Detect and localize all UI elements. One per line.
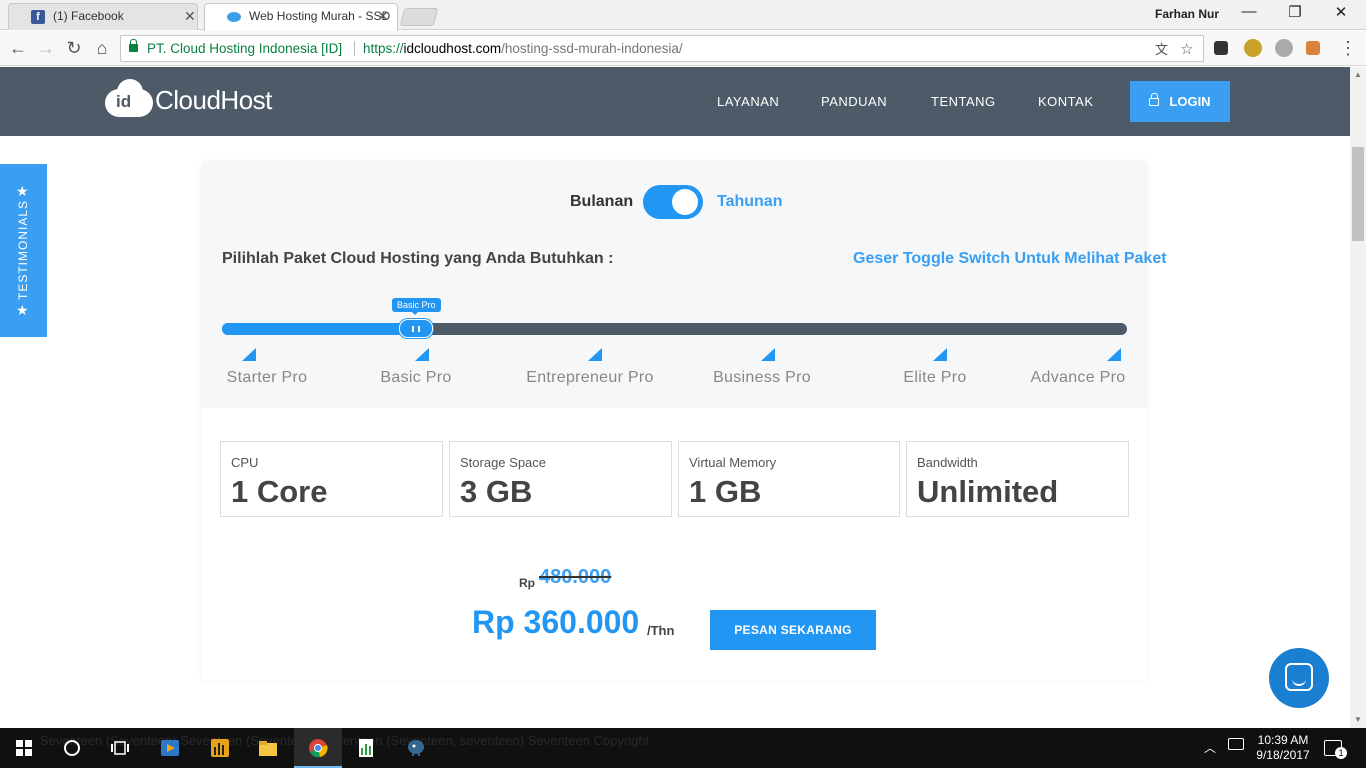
windows-logo-icon [16,740,32,756]
order-now-button[interactable]: PESAN SEKARANG [710,610,876,650]
cortana-circle-icon [64,740,80,756]
login-button[interactable]: LOGIN [1130,81,1230,122]
plan-slider-handle[interactable] [399,319,433,338]
reload-button[interactable]: ↻ [62,37,86,59]
nav-layanan[interactable]: LAYANAN [717,94,779,109]
chrome-menu-icon[interactable]: ⋮ [1336,37,1360,59]
lock-icon [129,39,138,52]
close-icon[interactable]: ✕ [377,4,389,29]
site-header: id CloudHost LAYANAN PANDUAN TENTANG KON… [0,67,1350,136]
folder-icon [259,741,277,756]
url-text[interactable]: https://idcloudhost.com/hosting-ssd-mura… [363,36,683,61]
music-app-icon [211,739,229,757]
scrollbar-thumb[interactable] [1352,147,1364,241]
tray-expand-icon[interactable]: ︿ [1204,739,1216,779]
triangle-marker-icon [242,348,256,361]
start-button[interactable] [0,728,48,768]
extension-icon[interactable] [1306,41,1320,55]
billing-monthly-label[interactable]: Bulanan [570,193,633,211]
translate-icon[interactable]: 文 [1155,37,1168,62]
address-bar[interactable]: PT. Cloud Hosting Indonesia [ID] https:/… [120,35,1204,62]
chat-icon [1285,663,1313,691]
tab-facebook[interactable]: f (1) Facebook ✕ [8,3,198,30]
testimonials-tab[interactable]: ★ TESTIMONIALS ★ [0,164,47,337]
facebook-icon: f [31,10,45,24]
extension-icon[interactable] [1214,41,1228,55]
triangle-marker-icon [415,348,429,361]
search-button[interactable] [48,728,96,768]
slider-hint: Geser Toggle Switch Untuk Melihat Paket [853,250,1167,267]
scroll-up-icon[interactable]: ▲ [1354,70,1362,79]
spreadsheet-icon [359,739,373,757]
current-price: Rp 360.000 [472,604,640,640]
tab-title: (1) Facebook [53,9,124,23]
nav-tentang[interactable]: TENTANG [931,94,996,109]
taskbar-app-chrome[interactable] [294,728,342,768]
spec-bandwidth: Bandwidth Unlimited [906,441,1129,517]
extension-icon[interactable] [1244,39,1262,57]
spec-storage: Storage Space 3 GB [449,441,672,517]
minimize-button[interactable]: — [1226,3,1272,20]
star-icon: ★ [16,183,29,199]
plan-slider-fill [222,323,416,335]
database-elephant-icon [408,740,424,756]
triangle-marker-icon [588,348,602,361]
triangle-marker-icon [1107,348,1121,361]
old-price: 480.000 [539,566,612,588]
plan-prompt: Pilihlah Paket Cloud Hosting yang Anda B… [222,250,614,267]
chat-launcher-button[interactable] [1269,648,1329,708]
spec-memory: Virtual Memory 1 GB [678,441,900,517]
star-icon: ★ [16,302,29,318]
page-scrollbar[interactable]: ▲ ▼ [1350,67,1366,728]
nav-panduan[interactable]: PANDUAN [821,94,887,109]
action-center-icon[interactable]: 1 [1324,740,1347,759]
close-window-button[interactable]: ✕ [1318,3,1364,21]
browser-tab-strip: f (1) Facebook ✕ Web Hosting Murah - SSD… [0,0,1366,31]
scroll-down-icon[interactable]: ▼ [1354,715,1362,724]
network-icon[interactable] [1228,738,1244,750]
cloud-icon [227,12,241,22]
plan-slider-tooltip: Basic Pro [392,298,441,315]
billing-yearly-label[interactable]: Tahunan [717,193,782,211]
taskbar-app-database[interactable] [392,728,440,768]
site-identity[interactable]: PT. Cloud Hosting Indonesia [ID] [147,36,342,61]
old-price-currency: Rp [519,576,535,590]
taskbar-app-media-player[interactable] [146,728,194,768]
nav-kontak[interactable]: KONTAK [1038,94,1094,109]
price-period: /Thn [647,623,675,638]
taskbar-app-spreadsheet[interactable] [342,728,390,768]
plan-slider-track[interactable] [222,323,1127,335]
back-button[interactable]: ← [6,37,30,59]
tab-title: Web Hosting Murah - SSD [249,9,391,23]
billing-toggle-switch[interactable] [643,185,703,219]
browser-toolbar: ← → ↻ ⌂ PT. Cloud Hosting Indonesia [ID]… [0,31,1366,66]
task-view-icon [111,741,129,755]
extension-icon[interactable] [1275,39,1293,57]
bookmark-star-icon[interactable]: ☆ [1180,37,1193,62]
task-view-button[interactable] [96,728,144,768]
system-clock[interactable]: 10:39 AM 9/18/2017 [1252,733,1314,763]
media-player-icon [161,740,179,756]
triangle-marker-icon [933,348,947,361]
taskbar-app-music[interactable] [196,728,244,768]
toggle-knob [672,189,698,215]
close-icon[interactable]: ✕ [184,4,196,29]
notification-count-badge: 1 [1335,747,1347,759]
maximize-button[interactable]: ❐ [1272,3,1318,21]
taskbar-app-file-explorer[interactable] [244,728,292,768]
divider [354,41,355,56]
triangle-marker-icon [761,348,775,361]
profile-name[interactable]: Farhan Nur [1155,7,1219,21]
forward-button[interactable]: → [34,37,58,59]
tab-web-hosting[interactable]: Web Hosting Murah - SSD ✕ [204,3,398,31]
home-button[interactable]: ⌂ [90,37,114,59]
new-tab-button[interactable] [399,8,439,26]
lock-icon [1149,93,1160,106]
chrome-icon [309,739,328,758]
spec-cpu: CPU 1 Core [220,441,443,517]
